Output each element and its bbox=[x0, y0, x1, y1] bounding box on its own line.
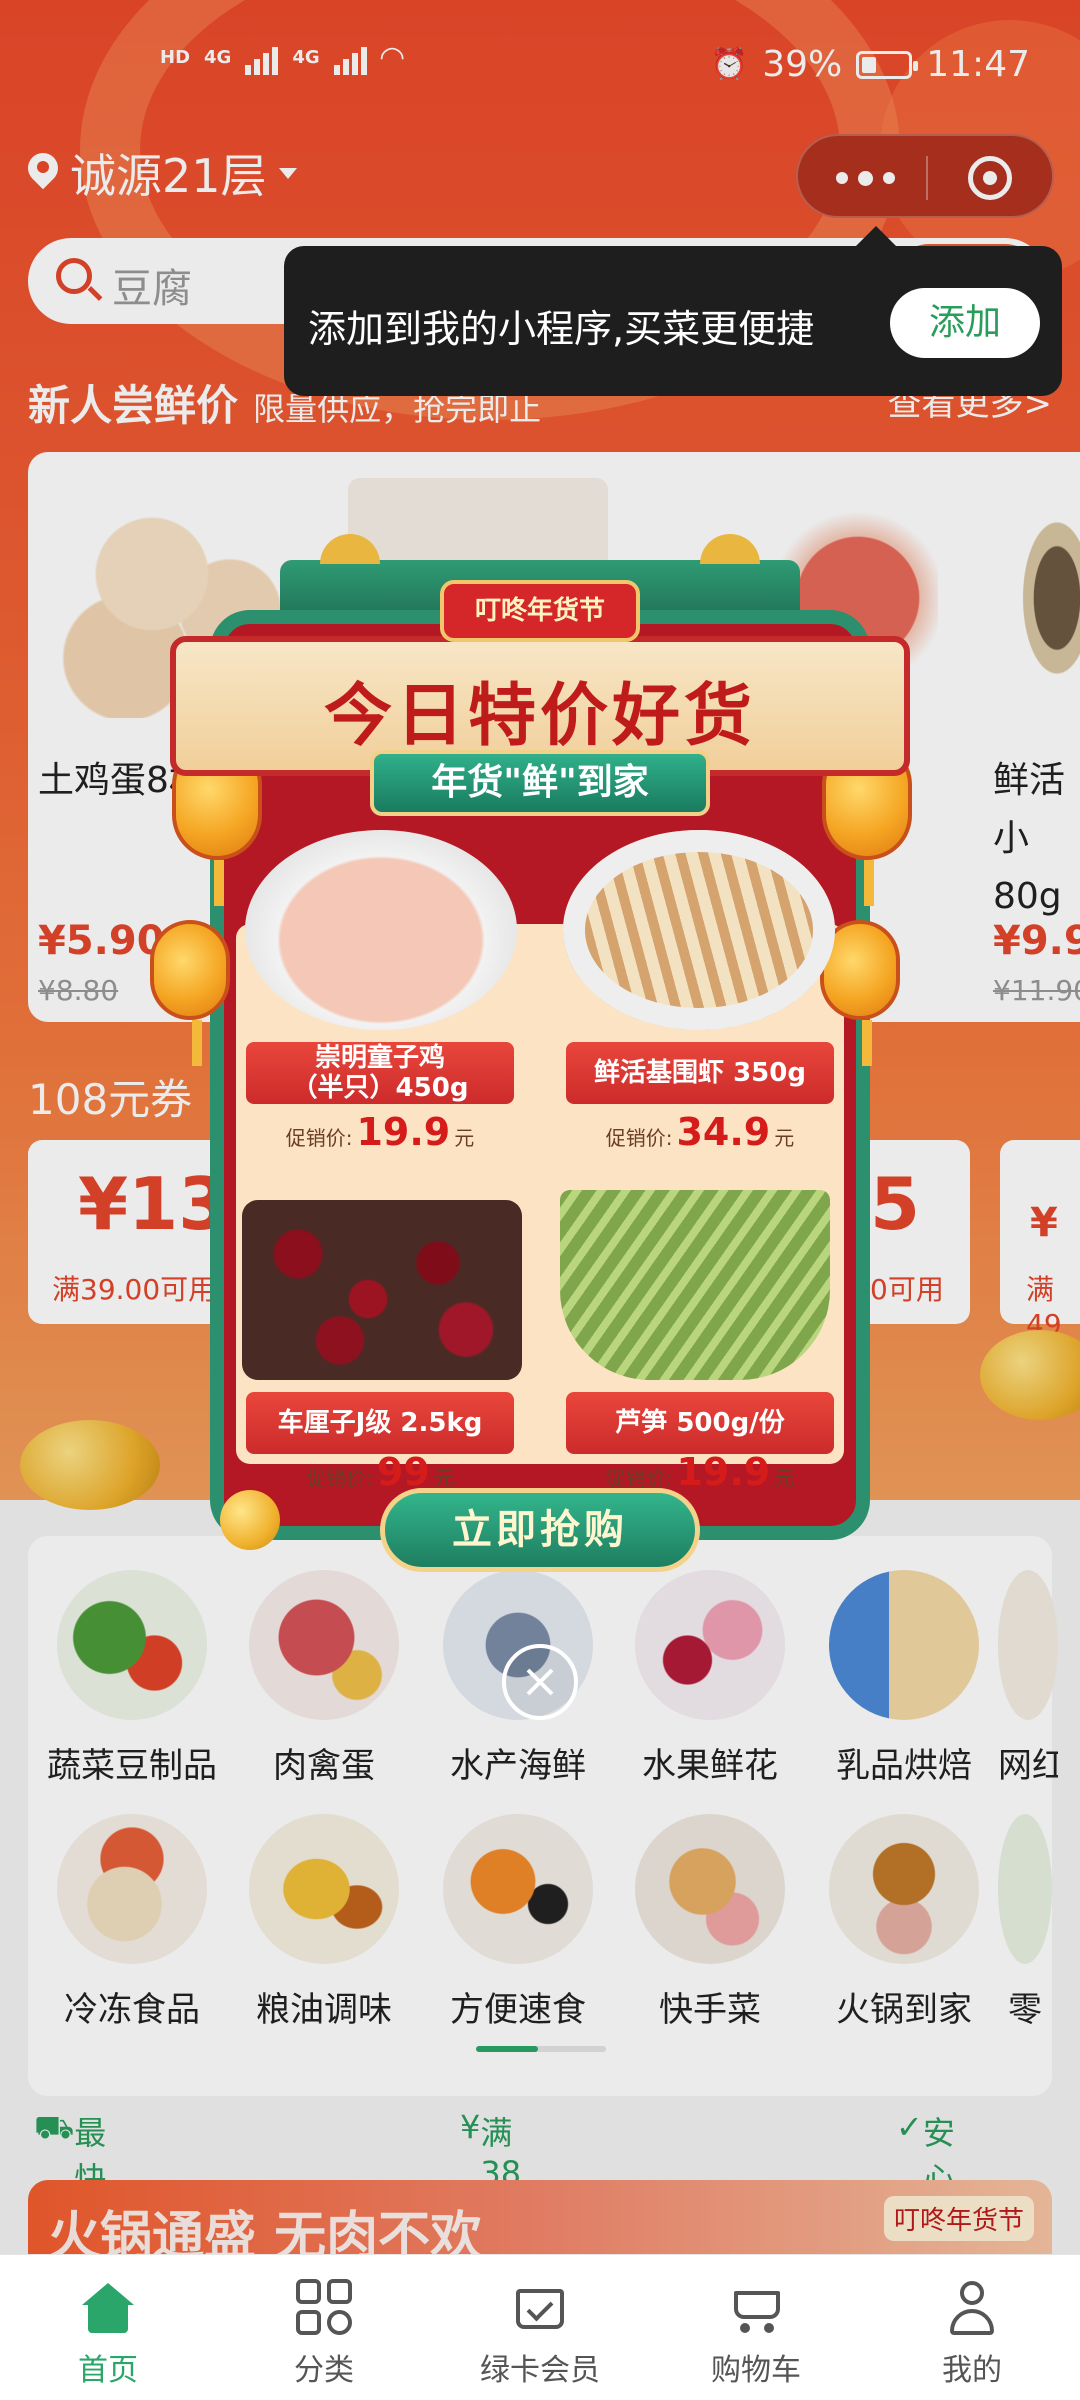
tooltip-add-button[interactable]: 添加 bbox=[890, 288, 1040, 358]
promo-price: 促销价: 34.9 元 bbox=[566, 1110, 834, 1154]
buy-now-button[interactable]: 立即抢购 bbox=[380, 1488, 700, 1572]
popup-headline: 今日特价好货 bbox=[323, 676, 756, 756]
promo-prefix: 促销价: bbox=[285, 1126, 353, 1150]
shrimp-image[interactable] bbox=[563, 830, 835, 1030]
product-label: 车厘子J级 2.5kg bbox=[246, 1392, 514, 1454]
coin-decoration bbox=[220, 1490, 280, 1550]
popup-subheadline: 年货"鲜"到家 bbox=[370, 750, 710, 816]
promo-prefix: 促销价: bbox=[605, 1126, 673, 1150]
cart-icon bbox=[728, 2279, 784, 2335]
add-miniprogram-tooltip: 添加到我的小程序,买菜更便捷 添加 bbox=[284, 226, 1062, 396]
asparagus-image[interactable] bbox=[560, 1190, 830, 1380]
tab-membership[interactable]: 绿卡会员 bbox=[460, 2279, 620, 2389]
promo-price-value: 34.9 bbox=[676, 1110, 771, 1154]
tab-profile[interactable]: 我的 bbox=[892, 2279, 1052, 2389]
close-popup-icon[interactable] bbox=[502, 1644, 578, 1720]
tab-label: 首页 bbox=[78, 2353, 138, 2388]
promo-popup: 今日特价好货 叮咚年货节 年货"鲜"到家 崇明童子鸡 （半只）450g 促销价:… bbox=[150, 534, 930, 1572]
grid-icon bbox=[296, 2279, 352, 2335]
price-unit: 元 bbox=[454, 1126, 475, 1150]
promo-prefix: 促销价: bbox=[306, 1466, 373, 1490]
product-label: 芦笋 500g/份 bbox=[566, 1392, 834, 1454]
promo-price-value: 19.9 bbox=[676, 1450, 771, 1494]
tab-label: 我的 bbox=[942, 2353, 1002, 2388]
product-label: 鲜活基围虾 350g bbox=[566, 1042, 834, 1104]
chicken-image[interactable] bbox=[245, 830, 517, 1030]
product-label: 崇明童子鸡 （半只）450g bbox=[246, 1042, 514, 1104]
price-unit: 元 bbox=[433, 1466, 454, 1490]
user-icon bbox=[944, 2279, 1000, 2335]
price-unit: 元 bbox=[774, 1126, 795, 1150]
crown-icon bbox=[512, 2279, 568, 2335]
tab-cart[interactable]: 购物车 bbox=[676, 2279, 836, 2389]
promo-price: 促销价: 19.9 元 bbox=[246, 1110, 514, 1154]
lantern-decoration bbox=[150, 920, 230, 1066]
tab-category[interactable]: 分类 bbox=[244, 2279, 404, 2389]
tab-label: 绿卡会员 bbox=[480, 2353, 600, 2388]
tab-label: 购物车 bbox=[711, 2353, 801, 2388]
promo-price-value: 19.9 bbox=[356, 1110, 451, 1154]
bottom-tab-bar: 首页 分类 绿卡会员 购物车 我的 bbox=[0, 2254, 1080, 2400]
cherry-image[interactable] bbox=[242, 1200, 522, 1380]
tab-label: 分类 bbox=[294, 2353, 354, 2388]
promo-prefix: 促销价: bbox=[605, 1466, 673, 1490]
price-unit: 元 bbox=[774, 1466, 795, 1490]
tooltip-text: 添加到我的小程序,买菜更便捷 bbox=[308, 307, 815, 351]
tab-home[interactable]: 首页 bbox=[28, 2279, 188, 2389]
home-icon bbox=[80, 2279, 136, 2335]
festival-badge: 叮咚年货节 bbox=[440, 580, 640, 642]
